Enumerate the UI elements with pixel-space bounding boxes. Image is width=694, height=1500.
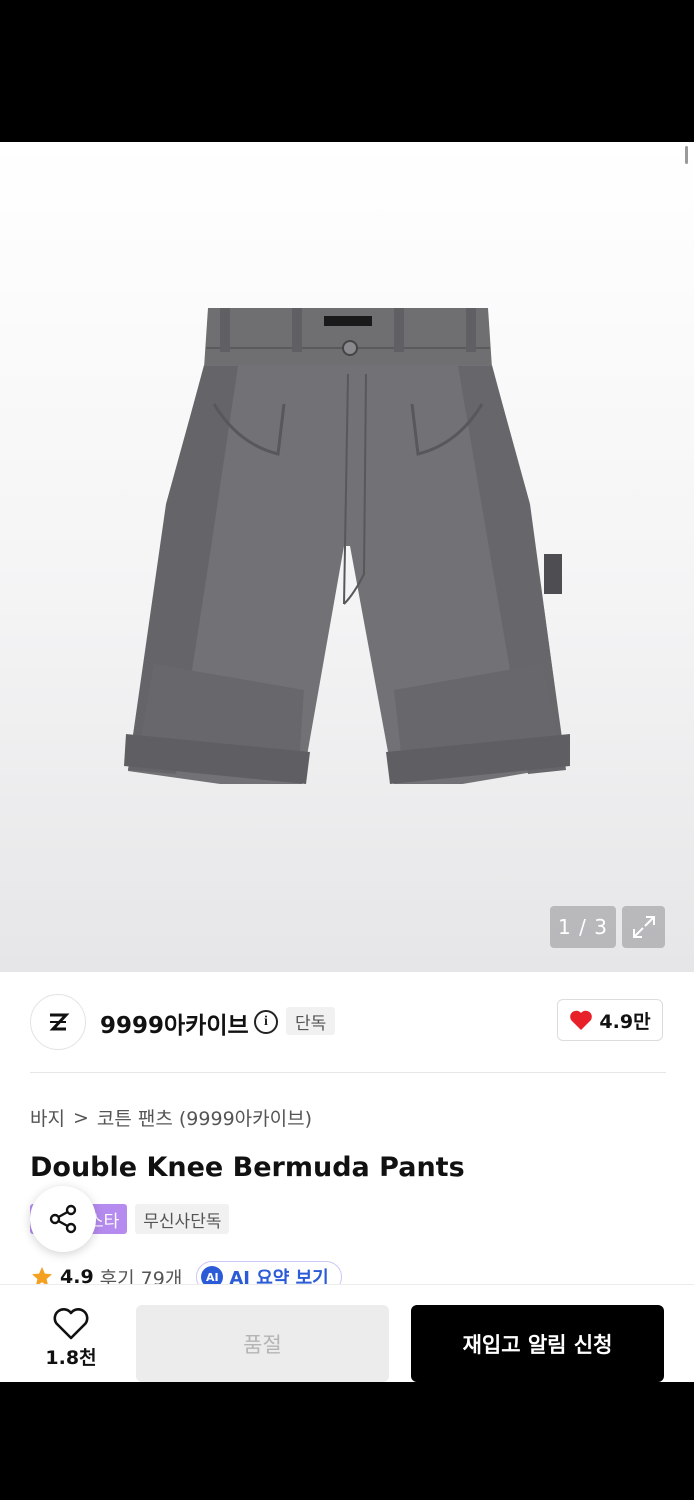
brand-logo[interactable]: [30, 994, 86, 1050]
product-info-section: 9999아카이브 i 단독 4.9만 바지 > 코튼 팬츠 (9999아카이브)…: [0, 972, 694, 1284]
brand-name[interactable]: 9999아카이브: [100, 1006, 249, 1040]
breadcrumb: 바지 > 코튼 팬츠 (9999아카이브): [30, 1104, 312, 1131]
info-icon[interactable]: i: [254, 1010, 278, 1034]
rating-value: 4.9: [60, 1266, 94, 1284]
brand-like-count: 4.9만: [599, 1010, 651, 1033]
share-button[interactable]: [30, 1186, 96, 1252]
exclusive-tag: 단독: [286, 1007, 336, 1035]
wishlist-button[interactable]: 1.8천: [30, 1307, 112, 1373]
heart-filled-icon: [570, 1010, 593, 1030]
image-counter: 1 / 3: [550, 906, 616, 948]
status-bar-area: [0, 0, 694, 142]
chevron-right-icon: >: [72, 1106, 89, 1129]
ai-summary-button[interactable]: AI AI 요약 보기: [196, 1261, 342, 1284]
star-icon: [32, 1267, 52, 1284]
share-icon: [49, 1204, 77, 1234]
scroll-indicator: [685, 146, 688, 164]
wishlist-count: 1.8천: [45, 1347, 97, 1369]
brand-logo-mark: [49, 1013, 70, 1031]
ai-icon: AI: [201, 1266, 224, 1284]
brand-like-button[interactable]: 4.9만: [557, 999, 663, 1041]
expand-icon: [632, 916, 655, 938]
system-nav-area: [0, 1382, 694, 1500]
expand-button[interactable]: [622, 906, 665, 948]
heart-outline-icon: [53, 1308, 89, 1340]
breadcrumb-subcategory[interactable]: 코튼 팬츠 (9999아카이브): [97, 1104, 312, 1131]
product-photo: [124, 308, 570, 784]
bottom-action-bar: 1.8천 품절 재입고 알림 신청: [0, 1284, 694, 1382]
product-title: Double Knee Bermuda Pants: [30, 1152, 465, 1183]
restock-alert-button[interactable]: 재입고 알림 신청: [411, 1305, 664, 1382]
product-image-gallery[interactable]: 1 / 3: [0, 142, 694, 972]
review-count[interactable]: 후기 79개: [100, 1264, 183, 1285]
ai-summary-label: AI 요약 보기: [229, 1268, 329, 1284]
rating-row[interactable]: 4.9 후기 79개 AI AI 요약 보기: [30, 1261, 342, 1285]
musinsa-exclusive-tag: 무신사단독: [135, 1204, 230, 1234]
breadcrumb-category[interactable]: 바지: [30, 1104, 65, 1131]
sold-out-button[interactable]: 품절: [136, 1305, 389, 1382]
divider: [30, 1072, 666, 1073]
